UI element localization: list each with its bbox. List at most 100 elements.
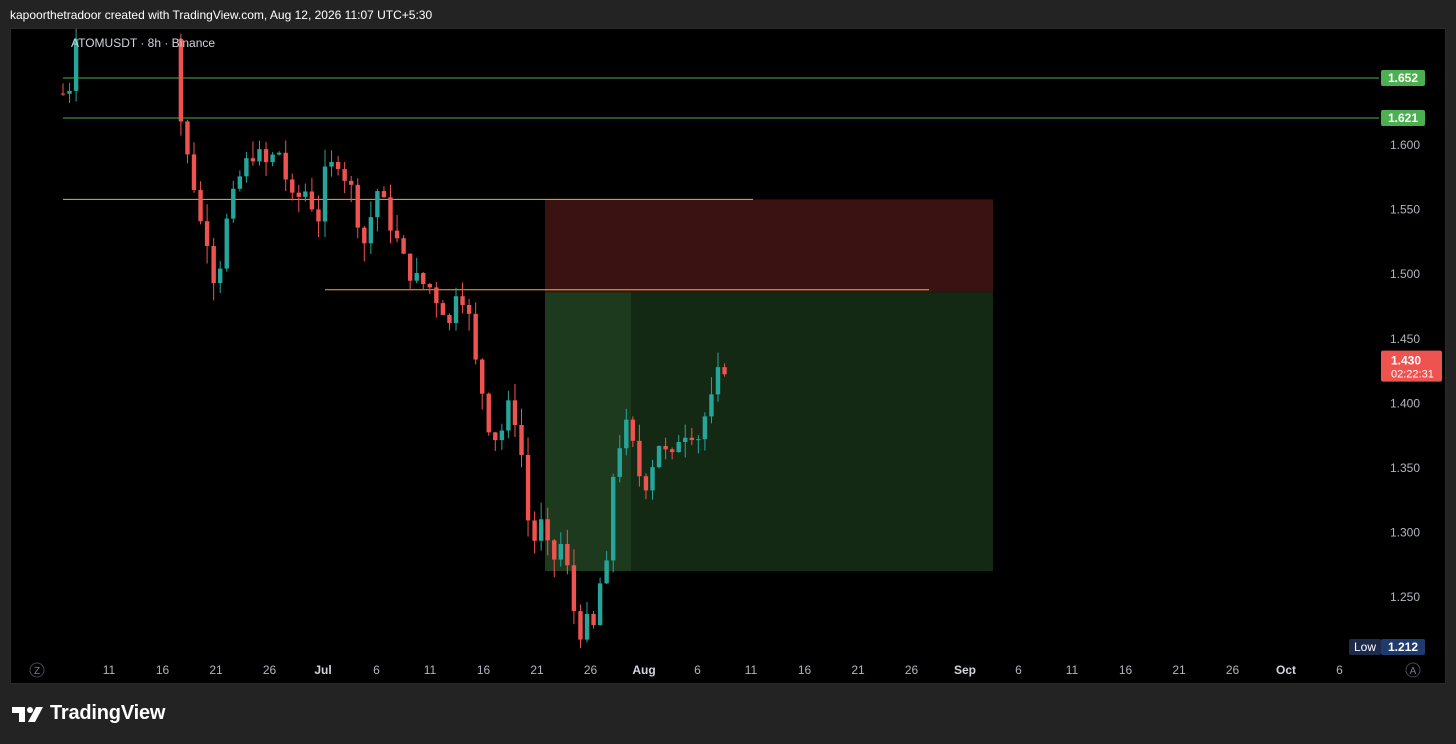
x-tick-label: Jul xyxy=(314,663,331,677)
axis-corner-a[interactable]: A xyxy=(1405,662,1421,678)
candle-body xyxy=(204,221,210,246)
candle-body xyxy=(460,296,465,306)
candle-body xyxy=(381,191,387,198)
attribution-text: kapoorthetradoor created with TradingVie… xyxy=(10,8,433,22)
low-label-text: Low xyxy=(1354,640,1376,654)
x-axis[interactable]: 11 16 21 26 Jul 6 11 16 21 26 Aug 6 11 16 21 26 Sep 6 11 16… xyxy=(103,663,1343,677)
chart-frame[interactable]: ATOMUSDT · 8h · Binance 1.250 1.300 1.350 1… xyxy=(10,22,1446,684)
candle-body xyxy=(571,565,577,612)
candle-body xyxy=(637,440,642,477)
candle-body xyxy=(663,445,668,450)
candle-body xyxy=(689,437,694,441)
candle-body xyxy=(191,154,197,191)
candle-body xyxy=(676,442,681,453)
candle-body xyxy=(218,268,223,284)
auto-scale-a-icon: A xyxy=(1410,666,1417,677)
y-tick-label: 1.450 xyxy=(1390,332,1420,346)
countdown-timer: 02:22:31 xyxy=(1391,369,1434,381)
low-value-text: 1.212 xyxy=(1388,640,1418,654)
candle-body xyxy=(263,149,269,163)
level-price-text: 1.621 xyxy=(1388,111,1418,125)
candle-body xyxy=(683,437,688,443)
y-tick-label: 1.500 xyxy=(1390,267,1420,281)
candle-body xyxy=(231,188,236,219)
auto-scale-z-icon: Z xyxy=(34,666,40,677)
x-tick-label: Aug xyxy=(632,663,655,677)
candle-body xyxy=(407,253,413,281)
candle-body xyxy=(591,613,596,626)
candle-body xyxy=(506,400,511,431)
x-tick-label: 21 xyxy=(530,663,544,677)
candle-body xyxy=(211,245,216,284)
candle-body xyxy=(669,449,675,453)
x-tick-label: 6 xyxy=(694,663,701,677)
candle-body xyxy=(440,303,446,315)
candle-body xyxy=(611,476,616,561)
x-tick-label: 6 xyxy=(373,663,380,677)
candle-body xyxy=(368,217,374,244)
candle-body xyxy=(316,209,321,222)
tradingview-wordmark: TradingView xyxy=(50,702,166,724)
candle-body xyxy=(257,149,262,162)
candle-body xyxy=(322,166,328,222)
footer: TradingView xyxy=(0,690,1456,744)
level-price-tag: 1.652 xyxy=(1381,70,1425,87)
candle-body xyxy=(643,476,649,491)
low-marker: Low 1.212 xyxy=(1349,639,1425,655)
candle-body xyxy=(349,180,354,185)
current-price-value: 1.430 xyxy=(1391,354,1421,368)
candle-body xyxy=(656,445,662,468)
candle-body xyxy=(480,359,485,394)
y-tick-label: 1.400 xyxy=(1390,396,1420,410)
candle-body xyxy=(303,191,308,197)
candle-body xyxy=(473,313,478,360)
tradingview-logo-icon xyxy=(12,706,43,722)
candle-body xyxy=(355,184,360,228)
candle-body xyxy=(414,273,419,281)
candle-body xyxy=(650,467,655,491)
candle-body xyxy=(538,519,544,541)
candle-body xyxy=(394,230,400,239)
candle-body xyxy=(224,218,229,269)
candle-body xyxy=(532,520,537,541)
candle-body xyxy=(617,448,622,477)
candle-body xyxy=(198,190,203,222)
y-tick-label: 1.300 xyxy=(1390,525,1420,539)
chart-title: ATOMUSDT · 8h · Binance xyxy=(71,36,215,50)
stop-loss-zone xyxy=(545,199,993,293)
candle-body xyxy=(552,540,557,560)
candle-body xyxy=(604,560,609,584)
candle-body xyxy=(342,169,347,181)
candle-body xyxy=(250,158,256,162)
x-tick-label: 16 xyxy=(477,663,491,677)
candle-body xyxy=(597,583,603,626)
candle-body xyxy=(624,419,629,449)
x-tick-label: 6 xyxy=(1015,663,1022,677)
candle-body xyxy=(493,432,498,441)
level-price-text: 1.652 xyxy=(1388,71,1418,85)
candle-body xyxy=(335,162,341,170)
x-tick-label: Oct xyxy=(1276,663,1296,677)
candle-body xyxy=(434,287,439,304)
axis-corner-z[interactable]: Z xyxy=(29,662,45,678)
candle-body xyxy=(578,611,583,640)
candle-body xyxy=(421,273,426,285)
candle-body xyxy=(584,613,590,640)
candle-body xyxy=(709,394,714,417)
x-tick-label: Sep xyxy=(954,663,976,677)
candle-body xyxy=(558,544,563,560)
tradingview-logo[interactable]: TradingView xyxy=(12,702,165,725)
x-tick-label: 11 xyxy=(424,663,437,677)
y-tick-label: 1.250 xyxy=(1390,590,1420,604)
candle-body xyxy=(401,238,406,254)
y-tick-label: 1.600 xyxy=(1390,138,1420,152)
candle-body xyxy=(270,154,275,163)
x-tick-label: 21 xyxy=(209,663,223,677)
x-tick-label: 11 xyxy=(745,663,758,677)
candle-body xyxy=(290,179,295,193)
x-tick-label: 26 xyxy=(263,663,277,677)
candlestick-chart[interactable]: ATOMUSDT · 8h · Binance 1.2501.3001.3501… xyxy=(11,22,1445,683)
candle-body xyxy=(565,544,570,566)
candle-body xyxy=(696,439,701,441)
candle-body xyxy=(237,176,243,189)
